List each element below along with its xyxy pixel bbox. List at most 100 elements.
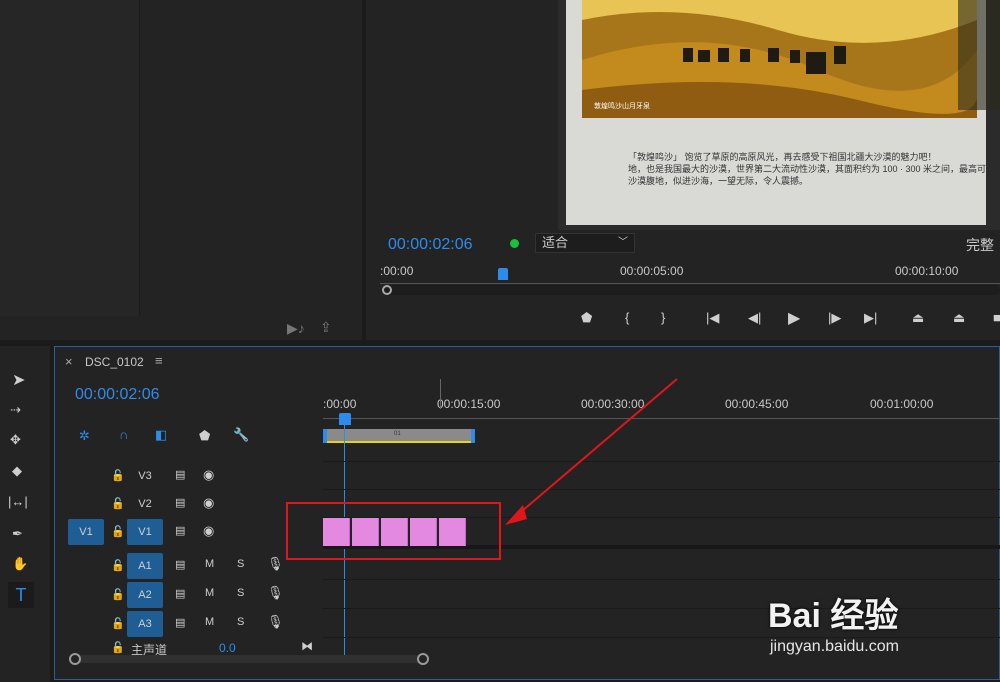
sync-lock-icon[interactable]: ▤ xyxy=(175,524,185,537)
program-ruler-label: 00:00:10:00 xyxy=(895,264,959,278)
eye-icon[interactable]: ◉ xyxy=(203,523,214,539)
video-frame: 敦煌鸣沙山月牙泉 「敦煌鸣沙」 饱览了草原的高原风光，再去感受下祖国北疆大沙漠的… xyxy=(558,0,1000,230)
master-end-icon[interactable]: ⧓ xyxy=(301,639,313,653)
track-target-v1[interactable]: V1 xyxy=(127,519,163,545)
timeline-timecode[interactable]: 00:00:02:06 xyxy=(75,386,160,404)
chevron-down-icon: ﹀ xyxy=(618,237,628,248)
sync-lock-icon[interactable]: ▤ xyxy=(175,496,185,509)
track-select-tool-icon[interactable]: ⇢ xyxy=(10,402,21,418)
work-area-start-handle[interactable] xyxy=(323,429,327,443)
solo-button[interactable]: S xyxy=(237,616,244,628)
fit-dropdown-label: 适合 xyxy=(542,235,569,250)
status-dot-icon xyxy=(510,239,519,248)
master-volume-value[interactable]: 0.0 xyxy=(219,641,236,655)
track-target-a2[interactable]: A2 xyxy=(127,582,163,608)
go-to-in-icon[interactable]: |◀ xyxy=(706,310,719,326)
solo-button[interactable]: S xyxy=(237,587,244,599)
mark-out-icon[interactable]: } xyxy=(661,310,665,325)
selection-tool-icon[interactable]: ➤ xyxy=(12,370,25,390)
mark-in-icon[interactable]: { xyxy=(625,310,629,325)
work-area-end-handle[interactable] xyxy=(471,429,475,443)
sync-lock-icon[interactable]: ▤ xyxy=(175,616,185,629)
razor-tool-icon[interactable]: ◆ xyxy=(12,463,22,479)
close-tab-icon[interactable]: × xyxy=(65,354,73,369)
microphone-icon[interactable]: 🎙 xyxy=(267,614,284,630)
hand-tool-icon[interactable]: ✋ xyxy=(12,556,28,572)
program-ruler-label: :00:00 xyxy=(380,264,414,278)
wrench-icon[interactable]: 🔧 xyxy=(233,427,249,443)
mute-button[interactable]: M xyxy=(205,616,214,628)
pen-tool-icon[interactable]: ✒ xyxy=(12,526,23,542)
source-bin-area xyxy=(0,0,140,316)
track-target-v2[interactable]: V2 xyxy=(127,491,163,517)
ruler-mark xyxy=(440,379,441,409)
video-text-line3: 沙漠腹地，似进沙海，一望无际，令人震撼。 xyxy=(628,175,808,186)
lock-icon[interactable]: 🔓 xyxy=(111,641,125,654)
track-header-a3: 🔓 A3 ▤ M S 🎙 xyxy=(55,610,323,638)
quality-dropdown[interactable]: 完整 xyxy=(966,235,994,255)
program-timecode[interactable]: 00:00:02:06 xyxy=(388,236,473,254)
program-ruler-label: 00:00:05:00 xyxy=(620,264,684,278)
snap-magnet-icon[interactable]: ∩ xyxy=(119,427,128,442)
sequence-tab[interactable]: DSC_0102 xyxy=(85,355,144,369)
insert-audio-icon[interactable]: ▶♪ xyxy=(287,320,305,337)
ripple-edit-tool-icon[interactable]: ✥ xyxy=(10,432,21,448)
lift-icon[interactable]: ⏏ xyxy=(912,310,924,326)
eye-icon[interactable]: ◉ xyxy=(203,495,214,511)
sync-lock-icon[interactable]: ▤ xyxy=(175,558,185,571)
lock-icon[interactable]: 🔓 xyxy=(111,525,125,538)
playhead[interactable] xyxy=(339,413,351,425)
work-area-bar[interactable]: 01 xyxy=(323,429,475,443)
extract-icon[interactable]: ⏏ xyxy=(953,310,965,326)
program-scrollbar[interactable] xyxy=(382,285,1000,295)
video-image: 敦煌鸣沙山月牙泉 「敦煌鸣沙」 饱览了草原的高原风光，再去感受下祖国北疆大沙漠的… xyxy=(558,0,1000,230)
microphone-icon[interactable]: 🎙 xyxy=(267,556,284,572)
add-marker-icon[interactable]: ⬟ xyxy=(199,428,210,444)
scroll-handle[interactable] xyxy=(417,653,429,665)
track-header-a1: 🔓 A1 ▤ M S 🎙 xyxy=(55,552,323,580)
export-icon[interactable]: ⇪ xyxy=(320,319,332,336)
work-area-label: 01 xyxy=(394,431,401,437)
timeline-ruler-label: 00:00:15:00 xyxy=(437,397,501,411)
scroll-handle[interactable] xyxy=(69,653,81,665)
type-tool-icon[interactable]: T xyxy=(8,582,34,608)
track-target-a3[interactable]: A3 xyxy=(127,611,163,637)
timeline-ruler-label: :00:00 xyxy=(323,397,357,411)
solo-button[interactable]: S xyxy=(237,558,244,570)
sync-lock-icon[interactable]: ▤ xyxy=(175,587,185,600)
program-playhead[interactable] xyxy=(498,268,508,280)
marker-icon[interactable]: ⬟ xyxy=(581,310,592,326)
mute-button[interactable]: M xyxy=(205,587,214,599)
scroll-handle[interactable] xyxy=(382,285,392,295)
timeline-horizontal-scrollbar[interactable] xyxy=(71,655,427,663)
fit-dropdown[interactable]: 适合 ﹀ xyxy=(535,233,635,253)
track-target-v3[interactable]: V3 xyxy=(127,463,163,489)
annotation-box xyxy=(286,502,501,560)
track-header-v3: 🔓 V3 ▤ ◉ xyxy=(55,462,323,490)
step-forward-icon[interactable]: |▶ xyxy=(828,310,841,326)
play-icon[interactable]: ▶ xyxy=(788,308,800,328)
source-panel xyxy=(0,0,362,340)
linked-selection-icon[interactable]: ◧ xyxy=(155,427,167,443)
lock-icon[interactable]: 🔓 xyxy=(111,559,125,572)
baidu-logo: Bai 经验 xyxy=(768,597,899,635)
nest-icon[interactable]: ✲ xyxy=(79,428,90,444)
lock-icon[interactable]: 🔓 xyxy=(111,588,125,601)
mute-button[interactable]: M xyxy=(205,558,214,570)
eye-icon[interactable]: ◉ xyxy=(203,467,214,483)
step-back-icon[interactable]: ◀| xyxy=(748,310,761,326)
sync-lock-icon[interactable]: ▤ xyxy=(175,468,185,481)
track-target-a1[interactable]: A1 xyxy=(127,553,163,579)
lock-icon[interactable]: 🔓 xyxy=(111,617,125,630)
go-to-out-icon[interactable]: ▶| xyxy=(864,310,877,326)
slip-tool-icon[interactable]: |↔| xyxy=(8,494,28,509)
timeline-ruler-label: 00:00:45:00 xyxy=(725,397,789,411)
export-frame-icon[interactable]: ■ xyxy=(993,310,1000,325)
video-text-line1: 「敦煌鸣沙」 饱览了草原的高原风光，再去感受下祖国北疆大沙漠的魅力吧！ xyxy=(628,151,937,162)
microphone-icon[interactable]: 🎙 xyxy=(267,585,284,601)
panel-menu-icon[interactable]: ≡ xyxy=(155,353,163,368)
lock-icon[interactable]: 🔓 xyxy=(111,497,125,510)
lock-icon[interactable]: 🔓 xyxy=(111,469,125,482)
source-patch-v1[interactable]: V1 xyxy=(68,519,104,545)
track-header-v2: 🔓 V2 ▤ ◉ xyxy=(55,490,323,518)
